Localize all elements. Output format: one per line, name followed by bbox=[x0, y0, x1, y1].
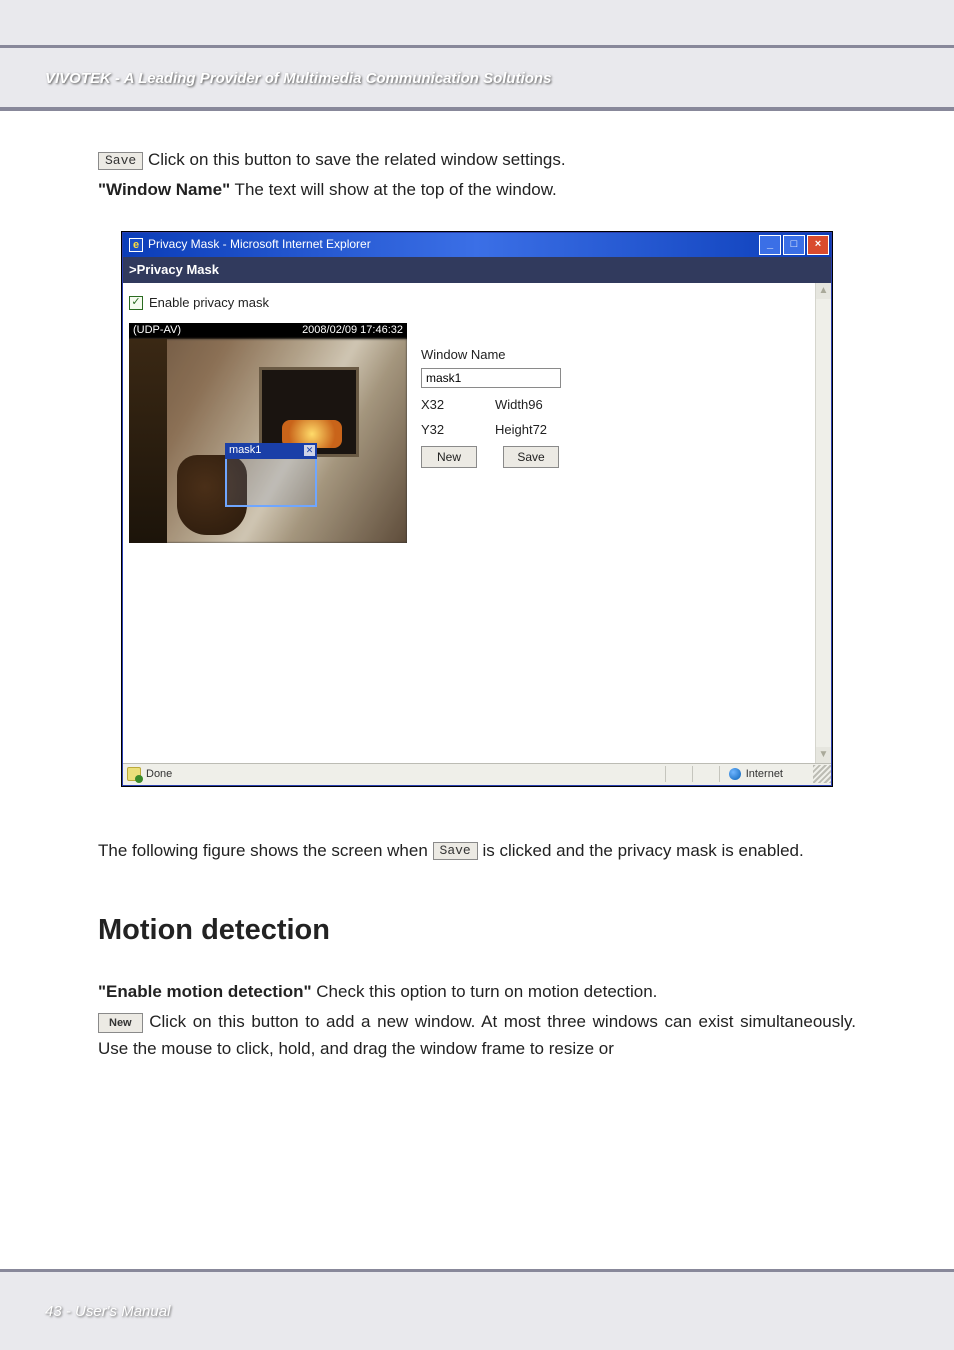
status-sep bbox=[719, 766, 720, 782]
save-button-inline[interactable]: Save bbox=[98, 152, 143, 170]
new-button-text: Click on this button to add a new window… bbox=[98, 1012, 856, 1057]
enable-mask-label: Enable privacy mask bbox=[149, 293, 269, 313]
height-label: Height72 bbox=[495, 420, 547, 440]
resize-grip[interactable] bbox=[813, 765, 831, 783]
after-pre: The following figure shows the screen wh… bbox=[98, 841, 433, 860]
status-sep bbox=[692, 766, 693, 782]
video-overlay-bar: (UDP-AV) 2008/02/09 17:46:32 bbox=[129, 323, 407, 339]
status-sep bbox=[665, 766, 666, 782]
maximize-button[interactable]: □ bbox=[783, 235, 805, 255]
ie-content: ✓ Enable privacy mask (UDP-AV) 2008/02/0… bbox=[123, 283, 831, 763]
enable-motion-line: "Enable motion detection" Check this opt… bbox=[98, 979, 856, 1005]
status-left: Done bbox=[123, 766, 662, 783]
x-label: X32 bbox=[421, 395, 495, 415]
window-name-label: "Window Name" bbox=[98, 180, 230, 199]
header-separator-bottom bbox=[0, 107, 954, 111]
done-icon bbox=[127, 767, 141, 781]
scroll-down-button[interactable]: ▼ bbox=[816, 747, 831, 763]
page-footer: 43 - User's Manual bbox=[0, 1272, 954, 1350]
y-label: Y32 bbox=[421, 420, 495, 440]
right-column: Window Name X32 Width96 Y32 Height72 bbox=[407, 293, 561, 755]
ie-titlebar[interactable]: Privacy Mask - Microsoft Internet Explor… bbox=[123, 233, 831, 257]
x-width-row: X32 Width96 bbox=[421, 395, 561, 415]
mask-label: mask1 bbox=[229, 442, 261, 459]
page-content: Save Click on this button to save the re… bbox=[0, 117, 954, 1269]
footer-text: 43 - User's Manual bbox=[45, 1303, 170, 1320]
motion-detection-heading: Motion detection bbox=[98, 908, 856, 953]
ie-subheader: >Privacy Mask bbox=[123, 257, 831, 283]
video-preview[interactable]: (UDP-AV) 2008/02/09 17:46:32 bbox=[129, 323, 407, 543]
scene-door bbox=[129, 339, 167, 543]
enable-mask-row: ✓ Enable privacy mask bbox=[129, 293, 407, 313]
status-zone-text: Internet bbox=[746, 766, 783, 783]
minimize-button[interactable]: _ bbox=[759, 235, 781, 255]
scrollbar[interactable]: ▲ ▼ bbox=[815, 283, 831, 763]
panel-button-row: New Save bbox=[421, 446, 561, 468]
left-column: ✓ Enable privacy mask (UDP-AV) 2008/02/0… bbox=[129, 293, 407, 755]
save-description-text: Click on this button to save the related… bbox=[143, 150, 565, 169]
close-button[interactable]: × bbox=[807, 235, 829, 255]
window-name-text: The text will show at the top of the win… bbox=[230, 180, 557, 199]
enable-mask-checkbox[interactable]: ✓ bbox=[129, 296, 143, 310]
panel-save-button[interactable]: Save bbox=[503, 446, 559, 468]
status-zone: Internet bbox=[723, 766, 813, 783]
mask-close-button[interactable]: ✕ bbox=[303, 444, 316, 457]
width-label: Width96 bbox=[495, 395, 543, 415]
mask-region[interactable]: mask1 ✕ bbox=[225, 443, 317, 507]
ie-icon bbox=[129, 238, 143, 252]
scroll-up-button[interactable]: ▲ bbox=[816, 283, 831, 299]
y-height-row: Y32 Height72 bbox=[421, 420, 561, 440]
ie-title-text: Privacy Mask - Microsoft Internet Explor… bbox=[148, 235, 759, 254]
window-name-input[interactable] bbox=[421, 368, 561, 388]
save-button-inline-2[interactable]: Save bbox=[433, 842, 478, 860]
status-cell-1 bbox=[669, 766, 689, 782]
ie-status-bar: Done Internet bbox=[123, 763, 831, 785]
document-page: VIVOTEK - A Leading Provider of Multimed… bbox=[0, 0, 954, 1350]
new-button-line: New Click on this button to add a new wi… bbox=[98, 1009, 856, 1062]
window-name-line: "Window Name" The text will show at the … bbox=[98, 177, 856, 203]
video-source-label: (UDP-AV) bbox=[133, 323, 181, 340]
status-cell-2 bbox=[696, 766, 716, 782]
internet-icon bbox=[729, 768, 741, 780]
panel-new-button[interactable]: New bbox=[421, 446, 477, 468]
top-band bbox=[0, 0, 954, 45]
enable-motion-text: Check this option to turn on motion dete… bbox=[312, 982, 658, 1001]
status-done-text: Done bbox=[146, 766, 172, 783]
video-scene bbox=[129, 339, 407, 543]
screenshot-container: Privacy Mask - Microsoft Internet Explor… bbox=[98, 232, 856, 786]
after-screenshot-text: The following figure shows the screen wh… bbox=[98, 838, 856, 864]
window-control-group: _ □ × bbox=[759, 235, 831, 255]
page-header: VIVOTEK - A Leading Provider of Multimed… bbox=[0, 48, 954, 107]
new-button-inline[interactable]: New bbox=[98, 1013, 143, 1033]
after-post: is clicked and the privacy mask is enabl… bbox=[478, 841, 804, 860]
save-description-line: Save Click on this button to save the re… bbox=[98, 147, 856, 173]
header-title: VIVOTEK - A Leading Provider of Multimed… bbox=[45, 70, 909, 87]
window-name-field-label: Window Name bbox=[421, 345, 561, 365]
ie-window: Privacy Mask - Microsoft Internet Explor… bbox=[122, 232, 832, 786]
enable-motion-label: "Enable motion detection" bbox=[98, 982, 312, 1001]
ie-body: >Privacy Mask ✓ Enable privacy mask (UDP… bbox=[123, 257, 831, 785]
video-timestamp: 2008/02/09 17:46:32 bbox=[302, 323, 403, 340]
mask-titlebar[interactable]: mask1 ✕ bbox=[225, 443, 317, 459]
